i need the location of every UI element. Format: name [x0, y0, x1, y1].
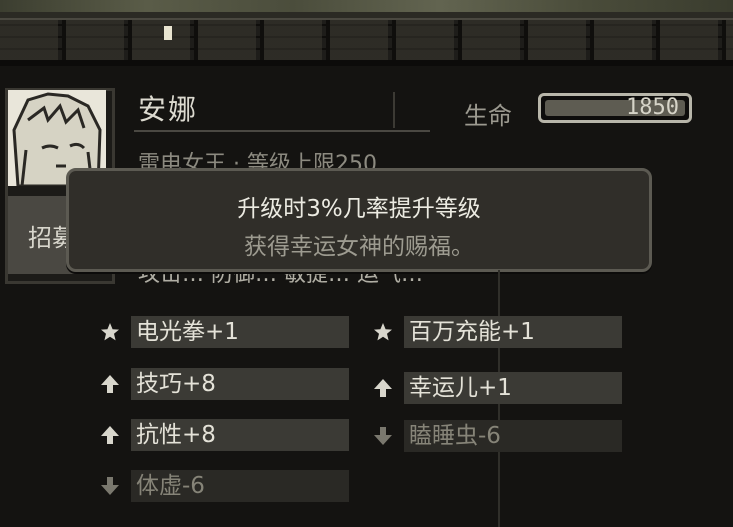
trait-item[interactable]: 抗性+8	[131, 419, 349, 451]
scenery-ledge	[0, 12, 733, 20]
hp-value: 1850	[626, 95, 679, 120]
arrow-down-icon	[373, 426, 393, 446]
trait-label: 瞌睡虫-6	[409, 423, 501, 449]
tooltip-title: 升级时3%几率提升等级	[237, 196, 481, 222]
trait-label: 电光拳+1	[136, 319, 239, 345]
wall-shadow	[0, 60, 733, 66]
trait-label: 幸运儿+1	[409, 375, 512, 401]
candle-icon	[164, 26, 172, 40]
arrow-up-icon	[100, 374, 120, 394]
trait-label: 抗性+8	[136, 422, 216, 448]
trait-item[interactable]: 技巧+8	[131, 368, 349, 400]
trait-label: 体虚-6	[136, 473, 205, 499]
trait-label: 百万充能+1	[409, 319, 535, 345]
trait-item[interactable]: 体虚-6	[131, 470, 349, 502]
star-icon	[100, 322, 120, 342]
arrow-up-icon	[100, 425, 120, 445]
trait-item[interactable]: 幸运儿+1	[404, 372, 622, 404]
arrow-up-icon	[373, 378, 393, 398]
hp-label: 生命	[464, 102, 512, 130]
tooltip-description: 获得幸运女神的赐福。	[244, 234, 474, 260]
brick-wall	[0, 20, 733, 60]
trait-tooltip: 升级时3%几率提升等级 获得幸运女神的赐福。	[66, 168, 652, 272]
arrow-down-icon	[100, 476, 120, 496]
trait-item[interactable]: 百万充能+1	[404, 316, 622, 348]
trait-item[interactable]: 瞌睡虫-6	[404, 420, 622, 452]
character-name: 安娜	[138, 93, 199, 126]
trait-item[interactable]: 电光拳+1	[131, 316, 349, 348]
hp-bar: 1850	[538, 93, 692, 123]
header-divider	[393, 92, 395, 128]
trait-label: 技巧+8	[136, 371, 216, 397]
scenery-strip	[0, 0, 733, 12]
star-icon	[373, 322, 393, 342]
name-underline	[134, 130, 430, 132]
